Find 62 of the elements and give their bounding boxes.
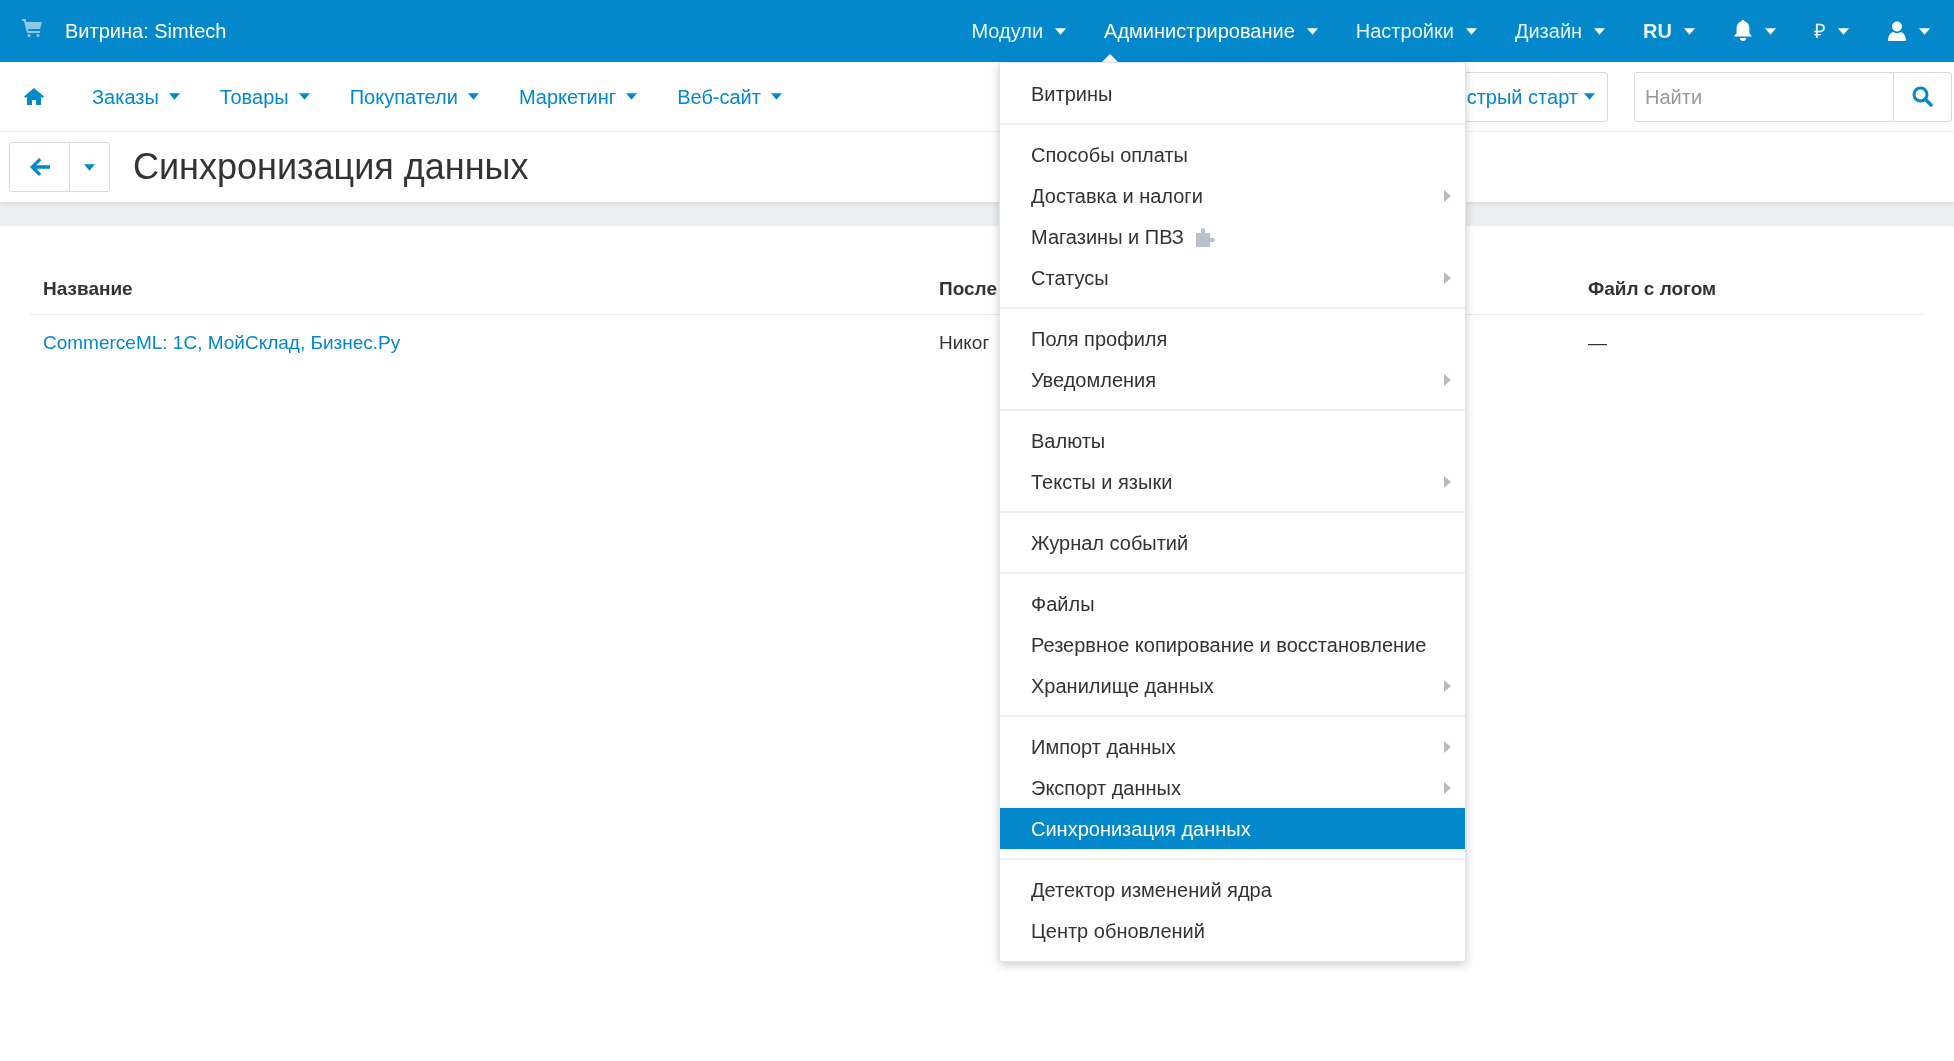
nav-menu-item[interactable]: Веб-сайт <box>677 81 782 112</box>
search-icon <box>1912 86 1933 107</box>
column-header: Файл с логом <box>1588 277 1717 302</box>
table-cell-text: — <box>1588 330 1607 355</box>
caret-icon <box>1465 27 1477 35</box>
dropdown-item[interactable]: Доставка и налоги <box>1000 175 1465 216</box>
column-header: Название <box>43 277 133 302</box>
caret-icon <box>1306 27 1318 35</box>
puzzle-icon <box>1195 226 1218 247</box>
caret-icon <box>168 93 180 100</box>
caret-icon <box>1684 27 1695 35</box>
arrow-left-icon <box>29 158 50 176</box>
dropdown-item[interactable]: Магазины и ПВЗ <box>1000 216 1465 257</box>
dropdown-item[interactable]: Импорт данных <box>1000 726 1465 767</box>
dropdown-item[interactable]: Уведомления <box>1000 359 1465 400</box>
nav-menu-item[interactable]: Заказы <box>92 81 180 112</box>
top-menu-item[interactable]: Администрирование <box>1104 0 1318 62</box>
caret-icon <box>467 93 479 100</box>
caret-icon <box>1765 27 1776 35</box>
submenu-arrow-icon <box>1444 740 1451 753</box>
caret-icon <box>1919 27 1930 35</box>
submenu-arrow-icon <box>1444 679 1451 692</box>
dropdown-item[interactable]: Статусы <box>1000 257 1465 298</box>
storefront-link[interactable]: Витрина: Simtech <box>65 16 227 46</box>
nav-menu-item[interactable]: Товары <box>219 81 310 112</box>
caret-icon <box>770 93 782 100</box>
nav-menu-item[interactable]: Маркетинг <box>518 81 638 112</box>
dropdown-item[interactable]: Центр обновлений <box>1000 910 1465 951</box>
cart-icon[interactable] <box>22 19 42 37</box>
submenu-arrow-icon <box>1444 475 1451 488</box>
caret-icon <box>298 93 310 100</box>
table-cell-text: Никог <box>939 330 990 355</box>
search-button[interactable] <box>1894 71 1952 122</box>
caret-icon <box>1594 27 1606 35</box>
submenu-arrow-icon <box>1444 373 1451 386</box>
nav-menu-item[interactable]: Покупатели <box>349 81 479 112</box>
page-title: Синхронизация данных <box>133 145 529 189</box>
dropdown-item[interactable]: Журнал событий <box>1000 522 1465 563</box>
user-icon <box>1887 21 1907 41</box>
home-icon[interactable] <box>24 88 44 105</box>
submenu-arrow-icon <box>1444 271 1451 284</box>
caret-icon <box>626 93 638 100</box>
dropdown-item[interactable]: Резервное копирование и восстановление <box>1000 624 1465 665</box>
column-header: После <box>939 277 997 302</box>
bell-icon <box>1733 20 1753 42</box>
integration-link[interactable]: CommerceML: 1С, МойСклад, Бизнес.Ру <box>43 328 401 358</box>
dropdown-item[interactable]: Тексты и языки <box>1000 461 1465 502</box>
dropdown-item[interactable]: Файлы <box>1000 583 1465 624</box>
dropdown-item[interactable]: Поля профиля <box>1000 318 1465 359</box>
dropdown-item[interactable]: Экспорт данных <box>1000 767 1465 808</box>
submenu-arrow-icon <box>1444 189 1451 202</box>
caret-icon <box>84 163 95 171</box>
caret-icon <box>1584 93 1595 100</box>
dropdown-item[interactable]: Хранилище данных <box>1000 665 1465 706</box>
dropdown-item[interactable]: Способы оплаты <box>1000 134 1465 175</box>
dropdown-item[interactable]: Валюты <box>1000 420 1465 461</box>
caret-icon <box>1055 27 1067 35</box>
submenu-arrow-icon <box>1444 781 1451 794</box>
search-field[interactable]: Найти <box>1634 71 1894 122</box>
caret-icon <box>1838 27 1849 35</box>
dropdown-item[interactable]: Синхронизация данных <box>1000 808 1465 849</box>
dropdown-item[interactable]: Детектор изменений ядра <box>1000 869 1465 910</box>
